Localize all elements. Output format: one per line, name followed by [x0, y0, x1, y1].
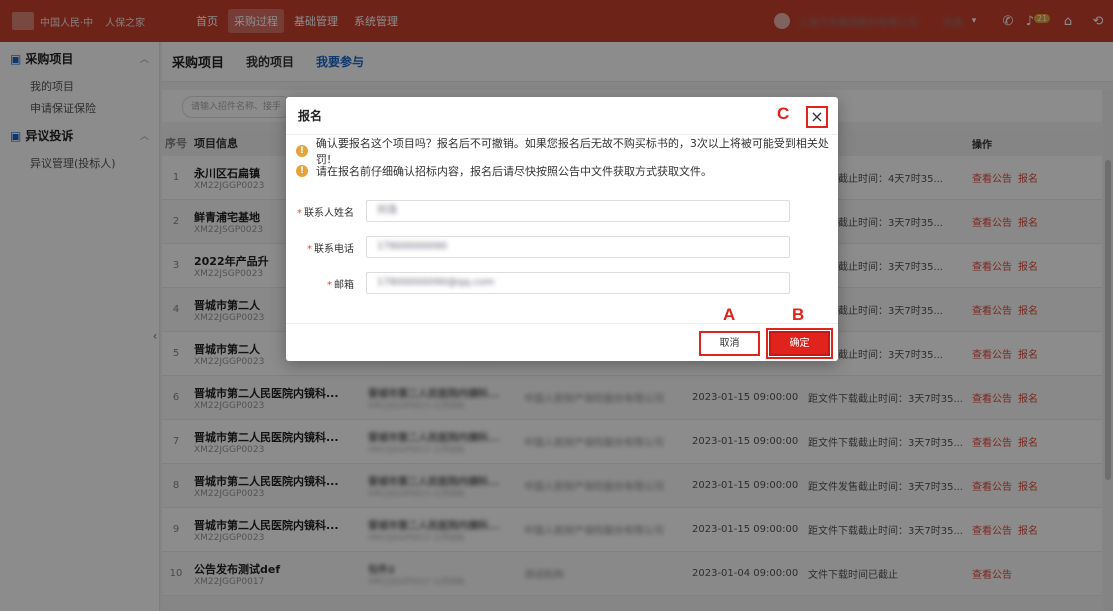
warning-icon: !: [296, 165, 308, 177]
callout-label-b: B: [792, 305, 805, 324]
confirm-button[interactable]: 确定: [766, 328, 833, 359]
callout-label-a: A: [723, 305, 736, 324]
warning-icon: !: [296, 145, 308, 157]
dialog-footer: 取消 确定: [286, 323, 838, 361]
field-label: * 邮箱: [327, 279, 354, 291]
field-label: * 联系电话: [307, 243, 354, 255]
signup-dialog: 报名 × ! 确认要报名这个项目吗？报名后不可撤销。如果您报名后无故不购买标书的，…: [286, 97, 838, 361]
dialog-notices: ! 确认要报名这个项目吗？报名后不可撤销。如果您报名后无故不购买标书的，3次以上将…: [286, 135, 838, 181]
close-icon[interactable]: ×: [806, 106, 828, 128]
notice-text: 请在报名前仔细确认招标内容，报名后请尽快按照公告中文件获取方式获取文件。: [316, 165, 712, 178]
form-row-phone: * 联系电话 17800000090: [286, 229, 838, 265]
field-label: * 联系人姓名: [297, 207, 354, 219]
dialog-title: 报名: [286, 97, 838, 135]
email-field[interactable]: 17800000090@qq.com: [366, 272, 790, 294]
callout-label-c: C: [777, 104, 790, 123]
form-row-email: * 邮箱 17800000090@qq.com: [286, 265, 838, 301]
notice-line: ! 确认要报名这个项目吗？报名后不可撤销。如果您报名后无故不购买标书的，3次以上将…: [296, 137, 838, 166]
signup-form: * 联系人姓名 刘浩 * 联系电话 17800000090 * 邮箱 17800000…: [286, 193, 838, 301]
contact-name-field[interactable]: 刘浩: [366, 200, 790, 222]
form-row-contact-name: * 联系人姓名 刘浩: [286, 193, 838, 229]
phone-field[interactable]: 17800000090: [366, 236, 790, 258]
cancel-button[interactable]: 取消: [699, 331, 760, 356]
